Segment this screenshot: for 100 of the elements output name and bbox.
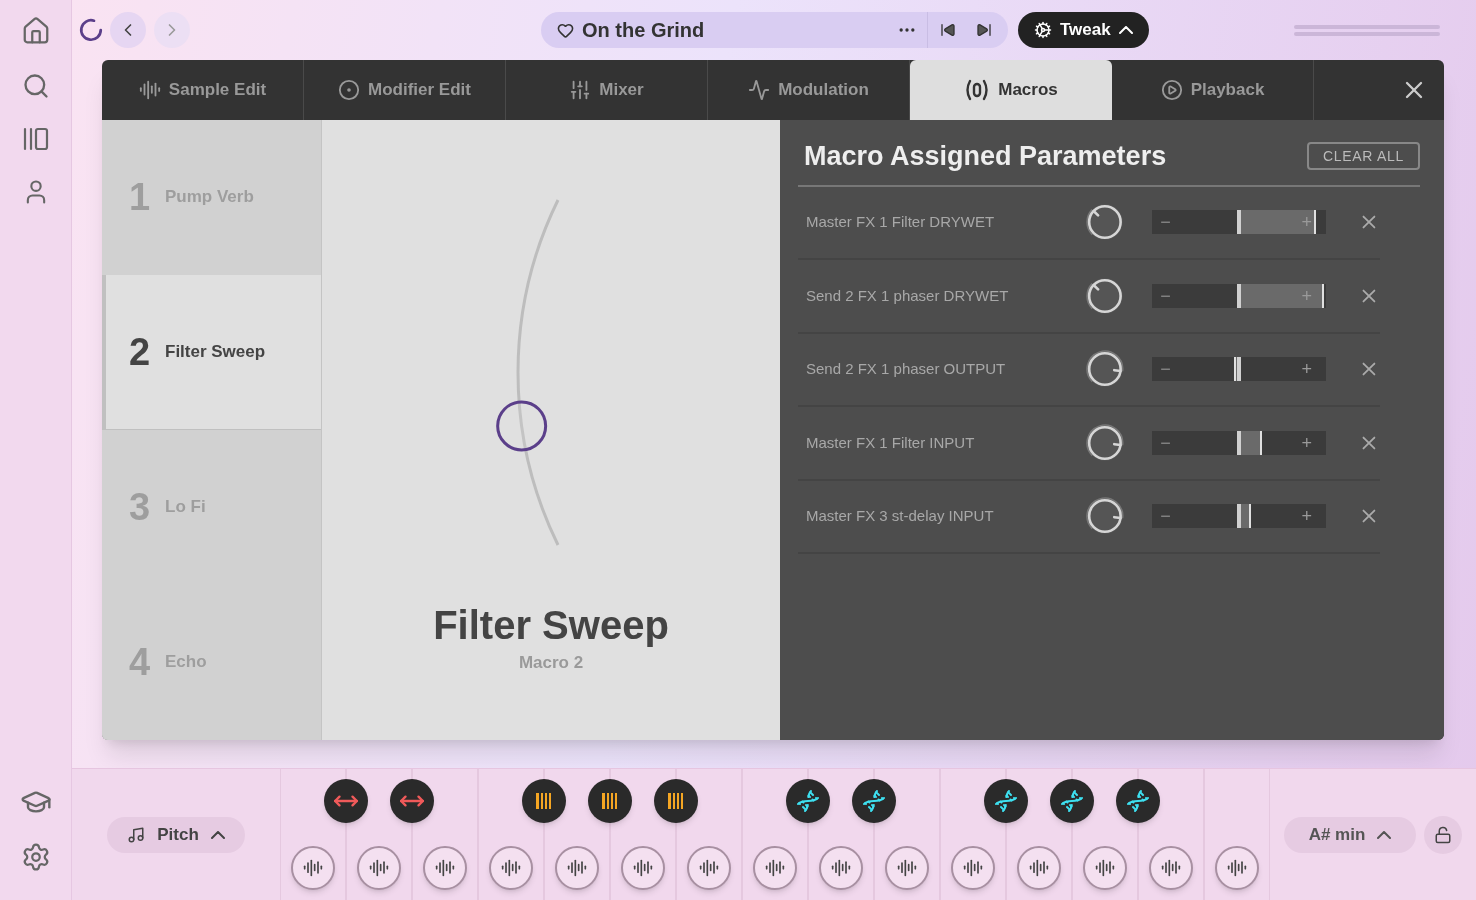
waveform-icon [369,858,389,878]
dna-icon [862,789,886,813]
range-thumb[interactable] [1322,283,1325,308]
sample-pad[interactable] [555,846,599,890]
range-thumb[interactable] [1259,430,1262,455]
sample-pad[interactable] [291,846,335,890]
base-marker[interactable] [1237,430,1242,455]
sample-pad[interactable] [1149,846,1193,890]
effect-key[interactable] [324,779,368,823]
waveform-icon [633,858,653,878]
parameter-name: Send 2 FX 1 phaser OUTPUT [806,359,1007,379]
minus-sign: − [1160,507,1171,526]
heart-icon[interactable] [557,21,574,39]
panel-heading: Macro Assigned Parameters [804,140,1167,173]
effect-key[interactable] [588,779,632,823]
waveform-icon [1227,858,1247,878]
knob-value-arc [1086,424,1124,457]
range-thumb[interactable] [1233,357,1236,382]
music-notes-icon [127,825,146,844]
library-icon[interactable] [21,126,50,152]
knob-value-arc [1086,209,1094,236]
knob-value-arc [1086,282,1094,310]
effect-key[interactable] [522,779,566,823]
previous-icon[interactable] [940,22,956,38]
sample-pad[interactable] [687,846,731,890]
pitch-button[interactable]: Pitch [107,816,245,853]
tab[interactable]: Macros [910,60,1112,120]
parameter-name: Send 2 FX 1 phaser DRYWET [806,285,1010,306]
sample-pad[interactable] [1083,846,1127,890]
base-marker[interactable] [1237,283,1242,308]
sample-pad[interactable] [357,846,401,890]
waveform-icon [567,858,587,878]
unlocked-icon [1434,825,1452,844]
base-marker[interactable] [1237,210,1242,235]
sample-pad[interactable] [423,846,467,890]
waveform-icon [699,858,719,878]
macro-knob[interactable] [496,400,548,452]
effect-key[interactable] [786,779,830,823]
bars-icon [667,792,685,810]
sample-pad[interactable] [489,846,533,890]
effect-key[interactable] [1050,779,1094,823]
effect-key[interactable] [984,779,1028,823]
tweak-button[interactable]: Tweak [1018,12,1149,48]
sample-pad[interactable] [621,846,665,890]
waveform-icon [897,858,917,878]
sample-pad[interactable] [885,846,929,890]
effect-key[interactable] [852,779,896,823]
minus-sign: − [1160,213,1171,232]
lock-button[interactable] [1424,815,1462,854]
base-marker[interactable] [1237,504,1242,529]
search-icon[interactable] [21,72,50,100]
clear-all-button[interactable]: CLEAR ALL [1307,142,1420,171]
knob[interactable] [1086,497,1125,536]
parameter-name: Master FX 1 Filter DRYWET [806,212,996,232]
minus-sign: − [1160,433,1171,452]
range-thumb[interactable] [1313,210,1316,235]
knob[interactable] [1086,423,1125,462]
range-slider[interactable]: − + [1152,504,1327,529]
effect-key[interactable] [654,779,698,823]
range-slider[interactable]: − + [1152,430,1327,455]
effect-key[interactable] [1116,779,1160,823]
waveform-icon [303,858,323,878]
dna-icon [796,789,820,813]
range-slider[interactable]: − + [1152,357,1327,382]
sample-pad[interactable] [819,846,863,890]
sample-pad[interactable] [1017,846,1061,890]
waveform-icon [1161,858,1181,878]
plus-sign: + [1301,360,1313,379]
waveform-icon [1029,858,1049,878]
broadcast-icon [964,78,991,102]
effect-key[interactable] [390,779,434,823]
base-marker[interactable] [1237,357,1242,382]
macro-item[interactable]: 2 Filter Sweep [102,275,321,430]
level-lines-icon [1294,24,1440,36]
parameter-name: Master FX 1 Filter INPUT [806,432,976,453]
sample-pad[interactable] [753,846,797,890]
plus-sign: + [1301,286,1313,305]
gear-icon [1034,21,1052,39]
dna-icon [994,789,1018,813]
scale-button[interactable]: A# min [1284,816,1416,853]
range-slider[interactable]: − + [1152,283,1327,308]
knob[interactable] [1086,203,1125,242]
waveform-icon [831,858,851,878]
waveform-icon [138,79,161,101]
plus-sign: + [1301,507,1313,526]
play-icon [1160,79,1183,101]
knob[interactable] [1086,276,1125,315]
knob[interactable] [1086,350,1125,389]
sample-pad[interactable] [1215,846,1259,890]
plus-sign: + [1301,433,1313,452]
range-slider[interactable]: − + [1152,210,1327,235]
bars-icon [601,792,619,810]
caret-icon [1118,26,1133,34]
next-icon[interactable] [976,22,992,38]
plus-sign: + [1301,213,1313,232]
parameter-name: Master FX 3 st-delay INPUT [806,506,995,526]
macro-number: 2 [129,329,149,375]
range-thumb[interactable] [1249,504,1252,529]
minus-sign: − [1160,360,1171,379]
sample-pad[interactable] [951,846,995,890]
